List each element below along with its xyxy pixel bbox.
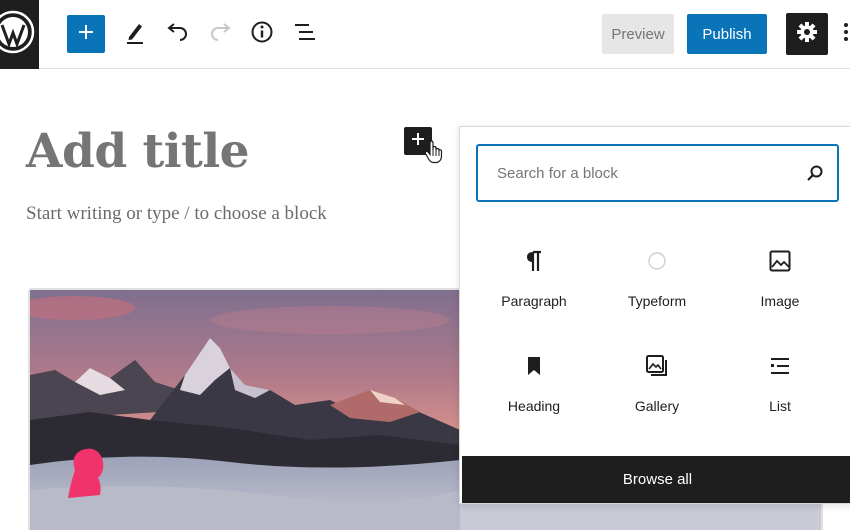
tools-button[interactable] bbox=[117, 14, 153, 54]
block-inserter-popover: Paragraph Typeform Image Heading bbox=[459, 126, 850, 504]
wordpress-logo-button[interactable] bbox=[0, 0, 39, 69]
pencil-icon bbox=[124, 20, 146, 49]
paragraph-icon bbox=[525, 247, 543, 275]
list-icon bbox=[769, 352, 791, 380]
undo-icon bbox=[167, 22, 189, 46]
block-item-list[interactable]: List bbox=[720, 352, 840, 432]
details-button[interactable] bbox=[244, 14, 280, 54]
post-title-input[interactable]: Add title bbox=[26, 124, 250, 179]
redo-icon bbox=[209, 22, 231, 46]
default-block-appender[interactable]: Start writing or type / to choose a bloc… bbox=[26, 203, 327, 225]
settings-button[interactable] bbox=[786, 13, 828, 55]
list-view-button[interactable] bbox=[287, 14, 323, 54]
block-item-heading[interactable]: Heading bbox=[474, 352, 594, 432]
block-item-paragraph[interactable]: Paragraph bbox=[474, 247, 594, 327]
block-item-label: Image bbox=[760, 293, 800, 309]
block-item-typeform[interactable]: Typeform bbox=[597, 247, 717, 327]
heading-bookmark-icon bbox=[526, 352, 542, 380]
block-item-label: Typeform bbox=[627, 293, 687, 309]
redo-button[interactable] bbox=[202, 14, 238, 54]
plus-icon bbox=[76, 22, 96, 47]
preview-button[interactable]: Preview bbox=[602, 14, 674, 54]
hand-cursor-icon bbox=[424, 140, 444, 169]
block-item-label: Paragraph bbox=[501, 293, 567, 309]
block-inserter-toggle[interactable] bbox=[67, 15, 105, 53]
gear-icon bbox=[796, 21, 818, 48]
list-view-icon bbox=[293, 22, 317, 47]
browse-all-button[interactable]: Browse all bbox=[462, 456, 850, 503]
publish-button[interactable]: Publish bbox=[687, 14, 767, 54]
block-item-gallery[interactable]: Gallery bbox=[597, 352, 717, 432]
block-search-box bbox=[476, 144, 839, 202]
gallery-icon bbox=[645, 352, 669, 380]
image-icon bbox=[769, 247, 791, 275]
options-button[interactable] bbox=[838, 14, 850, 54]
undo-button[interactable] bbox=[160, 14, 196, 54]
typeform-icon bbox=[647, 247, 667, 275]
block-item-image[interactable]: Image bbox=[720, 247, 840, 327]
search-icon[interactable] bbox=[793, 164, 837, 182]
block-search-input[interactable] bbox=[478, 146, 793, 200]
block-item-label: List bbox=[769, 398, 791, 414]
editor-toolbar: Preview Publish bbox=[0, 0, 850, 69]
block-item-label: Gallery bbox=[634, 398, 680, 414]
more-vertical-icon bbox=[843, 22, 849, 47]
block-item-label: Heading bbox=[507, 398, 561, 414]
info-icon bbox=[250, 20, 274, 49]
wordpress-logo-icon bbox=[0, 9, 36, 60]
